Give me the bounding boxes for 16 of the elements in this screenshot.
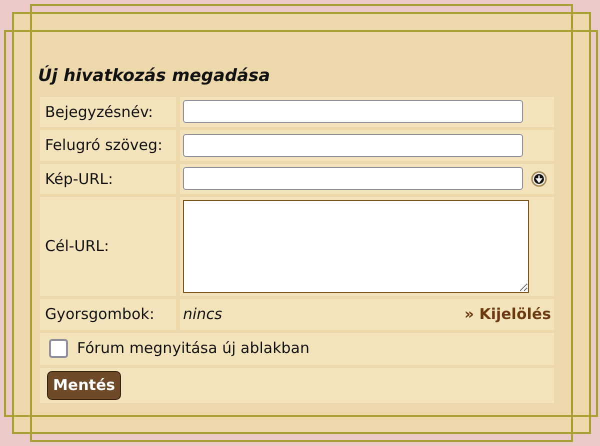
text-field[interactable] [183, 100, 523, 124]
text-field[interactable] [183, 134, 523, 157]
select-link[interactable]: » Kijelölés [464, 303, 551, 326]
field-label: Kép-URL: [45, 168, 114, 190]
checkbox[interactable] [49, 339, 68, 358]
url-textarea[interactable] [183, 200, 529, 293]
form-title: Új hivatkozás megadása [38, 64, 272, 88]
text-field[interactable] [183, 167, 523, 190]
checkbox-label: Fórum megnyitása új ablakban [77, 338, 310, 360]
field-label: Gyorsgombok: [45, 304, 154, 325]
field-label: Bejegyzésnév: [45, 102, 154, 122]
field-label: Cél-URL: [45, 236, 110, 258]
quick-buttons-value: nincs [183, 304, 222, 325]
field-label: Felugró szöveg: [45, 135, 163, 156]
down-arrow-icon[interactable] [531, 170, 547, 187]
save-button[interactable]: Mentés [47, 370, 122, 400]
